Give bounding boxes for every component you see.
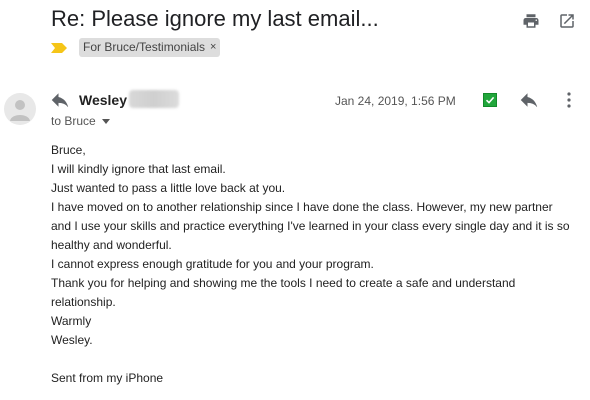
- email-signature: Sent from my iPhone: [51, 371, 164, 385]
- email-subject: Re: Please ignore my last email...: [51, 6, 379, 31]
- green-checkbox-icon[interactable]: [483, 93, 497, 107]
- label-chip-text: For Bruce/Testimonials: [83, 40, 206, 54]
- chevron-down-icon: [101, 118, 110, 124]
- recipient-details-toggle[interactable]: to Bruce: [51, 114, 110, 128]
- open-in-new-window-icon[interactable]: [558, 12, 576, 30]
- redacted-sender-email: [129, 90, 179, 108]
- sender-name: Wesley: [79, 92, 127, 108]
- body-line: I will kindly ignore that last email.: [51, 162, 226, 176]
- reply-button[interactable]: [520, 93, 538, 107]
- recipient-line: to Bruce: [51, 114, 96, 128]
- body-line: Wesley.: [51, 333, 93, 347]
- subject-actions: [522, 12, 576, 30]
- email-view: Re: Please ignore my last email... For B…: [0, 0, 590, 400]
- print-icon[interactable]: [522, 12, 540, 30]
- more-vertical-icon[interactable]: [566, 92, 572, 108]
- importance-marker-icon[interactable]: [51, 42, 67, 53]
- body-line: Warmly: [51, 314, 92, 328]
- email-date: Jan 24, 2019, 1:56 PM: [335, 94, 456, 108]
- remove-label-button[interactable]: ×: [210, 40, 216, 55]
- body-line: Thank you for helping and showing me the…: [51, 276, 516, 309]
- body-line: I cannot express enough gratitude for yo…: [51, 257, 374, 271]
- body-line: Bruce,: [51, 143, 86, 157]
- label-row: For Bruce/Testimonials ×: [51, 38, 221, 57]
- body-line: Just wanted to pass a little love back a…: [51, 181, 286, 195]
- default-avatar-icon: [4, 93, 36, 125]
- label-chip[interactable]: For Bruce/Testimonials ×: [79, 38, 221, 57]
- email-body: Bruce, I will kindly ignore that last em…: [51, 141, 571, 388]
- reply-icon: [51, 93, 69, 107]
- body-line: I have moved on to another relationship …: [51, 200, 570, 252]
